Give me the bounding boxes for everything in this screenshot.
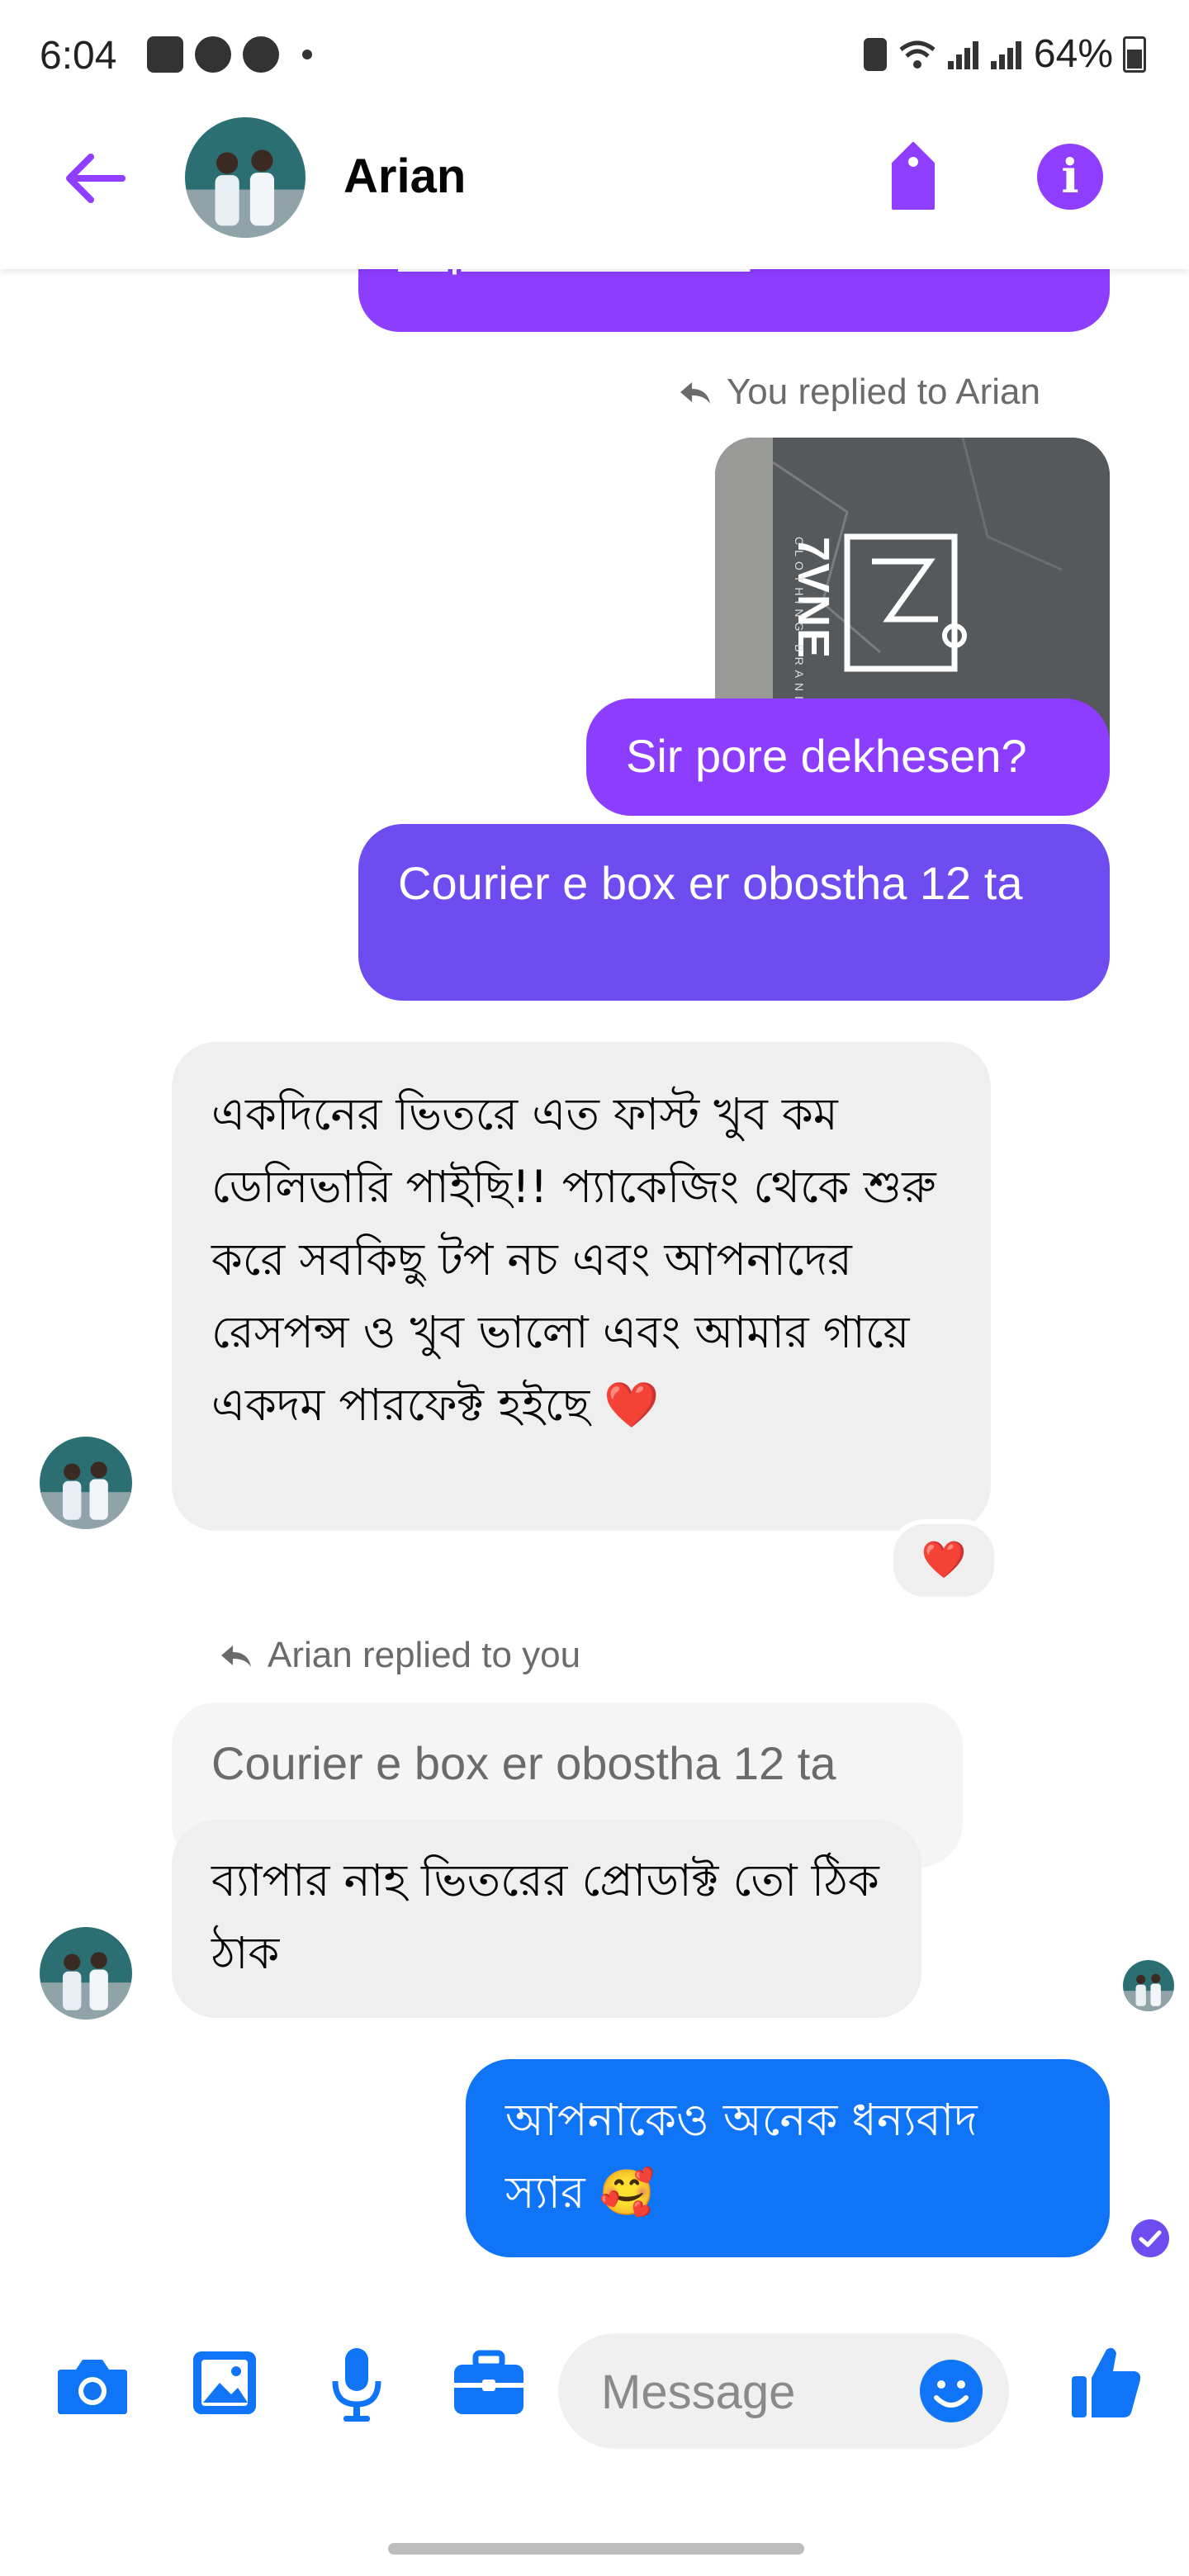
mic-icon[interactable] xyxy=(329,2345,385,2424)
avatar[interactable] xyxy=(185,117,306,238)
camera-icon[interactable] xyxy=(54,2353,130,2419)
dot-icon xyxy=(302,50,312,59)
battery-percent: 64% xyxy=(1033,32,1113,76)
reply-label-text: You replied to Arian xyxy=(727,372,1040,412)
messenger-icon xyxy=(195,36,231,73)
toolbox-icon[interactable] xyxy=(451,2350,527,2417)
image-icon[interactable] xyxy=(190,2348,259,2417)
avatar[interactable] xyxy=(40,1927,132,2020)
reply-label: You replied to Arian xyxy=(677,372,1040,413)
chat-header xyxy=(0,116,1189,269)
reply-label-text: Arian replied to you xyxy=(268,1635,581,1675)
box-photo xyxy=(715,438,1110,743)
sent-message[interactable]: Sir pore dekhesen? xyxy=(586,698,1110,816)
status-bar: 6:04 64% xyxy=(0,0,1189,116)
reaction-badge[interactable]: ❤️ xyxy=(888,1519,999,1602)
heart-reaction-icon: ❤️ xyxy=(921,1540,967,1580)
emoji-icon[interactable] xyxy=(917,2356,986,2426)
back-arrow-icon[interactable] xyxy=(54,137,137,220)
battery-icon xyxy=(1123,36,1146,73)
reply-label: Arian replied to you xyxy=(218,1635,580,1676)
signal-icon xyxy=(947,40,981,69)
status-time: 6:04 xyxy=(40,34,117,78)
signal-icon xyxy=(990,40,1024,69)
reply-arrow-icon xyxy=(221,1646,251,1667)
avatar-photo xyxy=(40,1437,132,1529)
message-text: আপনাকেও অনেক ধন্যবাদ স্যার 🥰 xyxy=(505,2094,978,2218)
sent-message[interactable]: Courier e box er obostha 12 ta xyxy=(358,824,1110,1001)
seen-avatar xyxy=(1123,1960,1174,2011)
message-text: ব্যাপার নাহ ভিতরের প্রোডাক্ট তো ঠিক ঠাক xyxy=(211,1854,879,1979)
tag-icon[interactable] xyxy=(885,139,941,213)
box-brand-subtext: CLOTHING BRAND xyxy=(793,537,806,710)
message-input[interactable] xyxy=(599,2358,900,2426)
sent-check-icon xyxy=(1131,2219,1169,2257)
received-message[interactable]: একদিনের ভিতরে এত ফাস্ট খুব কম ডেলিভারি প… xyxy=(172,1042,991,1531)
like-icon[interactable] xyxy=(1068,2342,1144,2421)
home-indicator[interactable] xyxy=(388,2543,804,2555)
info-icon[interactable]: i xyxy=(1037,144,1103,210)
avatar-photo xyxy=(1123,1960,1174,2011)
message-input-wrapper[interactable] xyxy=(558,2333,1009,2449)
avatar-photo xyxy=(185,117,306,238)
dnd-icon xyxy=(243,36,279,73)
received-message[interactable]: ব্যাপার নাহ ভিতরের প্রোডাক্ট তো ঠিক ঠাক xyxy=(172,1820,921,2018)
message-text: Courier e box er obostha 12 ta xyxy=(398,857,1023,909)
avatar-photo xyxy=(40,1927,132,2020)
status-system-icons: 64% xyxy=(863,31,1146,77)
message-text: Sir pore dekhesen? xyxy=(626,730,1027,782)
avatar[interactable] xyxy=(40,1437,132,1529)
quoted-text: Courier e box er obostha 12 ta xyxy=(211,1737,836,1789)
status-notification-icons xyxy=(147,36,312,73)
battery-saver-icon xyxy=(863,37,887,71)
contact-name[interactable]: Arian xyxy=(343,149,466,204)
gallery-icon xyxy=(147,36,183,73)
wifi-icon xyxy=(899,40,936,69)
reply-image[interactable]: 7VNE CLOTHING BRAND xyxy=(715,438,1110,743)
sent-message[interactable]: আপনাকেও অনেক ধন্যবাদ স্যার 🥰 xyxy=(466,2059,1110,2257)
message-text: একদিনের ভিতরে এত ফাস্ট খুব কম ডেলিভারি প… xyxy=(211,1088,936,1431)
reply-arrow-icon xyxy=(680,382,710,404)
